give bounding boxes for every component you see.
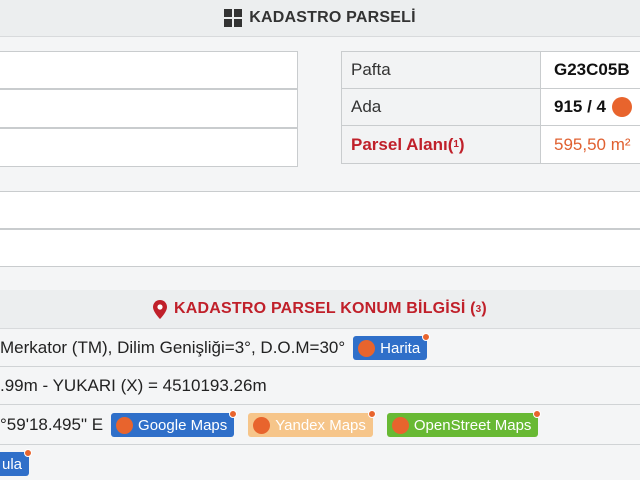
projection-text: Merkator (TM), Dilim Genişliği=3°, D.O.M… [0,338,346,357]
yandex-maps-button[interactable]: Yandex Maps [248,410,376,437]
kadastro-parseli-title: KADASTRO PARSELİ [249,9,416,26]
longitude-row: °59'18.495" E Google Maps Yandex Maps Op… [0,405,640,445]
ada-value-cell: 915 / 4 [541,89,640,125]
pafta-label: Pafta [342,52,541,88]
badge-dot [24,449,33,457]
last-row: ula [0,448,640,480]
pafta-value: G23C05B [554,60,630,79]
konum-title-text: KADASTRO PARSEL KONUM BİLGİSİ ( [174,300,476,317]
wide-row-1 [0,191,640,229]
ada-value: 915 / 4 [554,97,606,116]
openstreet-maps-label: OpenStreet Maps [413,416,532,434]
ada-row: Ada 915 / 4 [342,89,640,126]
coordinates-text: .99m - YUKARI (X) = 4510193.26m [0,376,267,395]
badge-dot [367,410,376,418]
wide-row-2 [0,229,640,267]
grid-icon [224,9,243,27]
parsel-alani-value: 595,50 m² [554,134,631,154]
parsel-info-table: Pafta G23C05B Ada 915 / 4 Parsel Alanı(1… [341,51,640,164]
map-pin-icon [153,299,168,319]
konum-title-close: ) [481,300,487,317]
badge-dot [229,410,238,418]
globe-icon [253,416,271,434]
left-cell-3 [0,128,298,167]
konum-bilgisi-header: KADASTRO PARSEL KONUM BİLGİSİ (3) [0,290,640,329]
parsel-alani-label: Parsel Alanı(1) [342,126,541,163]
partial-button-label: ula [2,455,23,473]
openstreet-maps-button[interactable]: OpenStreet Maps [386,410,542,437]
globe-icon[interactable] [612,97,632,117]
longitude-text: °59'18.495" E [0,415,104,434]
globe-icon [358,339,376,357]
google-maps-label: Google Maps [138,416,228,434]
partial-button[interactable]: ula [0,449,33,476]
parsel-alani-label-close: ) [458,134,465,154]
harita-label: Harita [380,339,421,357]
globe-icon [116,416,134,434]
globe-icon [391,416,409,434]
badge-dot [533,410,542,418]
yandex-maps-label: Yandex Maps [275,416,366,434]
projection-row: Merkator (TM), Dilim Genişliği=3°, D.O.M… [0,329,640,367]
google-maps-button[interactable]: Google Maps [111,410,238,437]
parsel-alani-row: Parsel Alanı(1) 595,50 m² [342,126,640,163]
pafta-row: Pafta G23C05B [342,52,640,89]
harita-button[interactable]: Harita [353,333,431,360]
badge-dot [422,333,431,341]
kadastro-parseli-header: KADASTRO PARSELİ [0,0,640,37]
left-cell-1 [0,51,298,89]
parsel-alani-label-text: Parsel Alanı( [351,134,454,154]
left-cell-2 [0,89,298,128]
ada-label: Ada [342,89,541,125]
coordinates-row: .99m - YUKARI (X) = 4510193.26m [0,367,640,405]
